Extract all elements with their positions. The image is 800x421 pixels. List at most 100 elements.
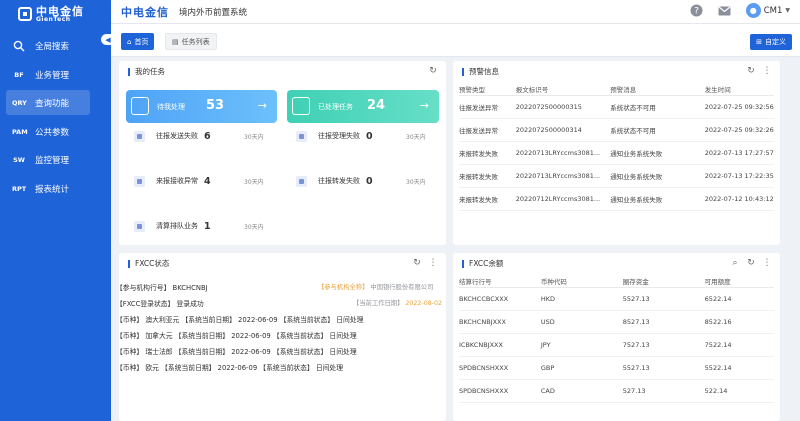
refresh-icon[interactable]: ↻ <box>746 258 756 268</box>
my-tasks-panel: 我的任务 ↻ <box>119 61 446 245</box>
column-header[interactable]: 币种代码 <box>540 275 623 288</box>
fxcc-balance-table: 结算行行号 币种代码 圈存资金 可用额度 BKCHCCBCXXX HKD 5527.13 6… <box>459 275 774 403</box>
arrow-right-icon: → <box>257 99 267 112</box>
table-row[interactable]: 往报发送异常 2022072500000315 系统状态不可用 2022-07-25 … <box>459 95 774 119</box>
table-row[interactable]: SPDBCNSHXXX GBP 5527.13 5522.14 <box>459 356 774 380</box>
fxcc-right-label: 【当前工作日期】 <box>353 300 404 307</box>
table-cell: 5527.13 <box>622 287 705 311</box>
table-cell: 20220713LRYccms3081... <box>515 141 611 165</box>
avatar: ● <box>745 3 761 18</box>
alerts-title: 预警信息 <box>462 68 499 76</box>
sidebar-item[interactable]: BF 业务管理 <box>0 61 111 90</box>
sidebar-item[interactable]: 全局搜索 <box>0 32 111 61</box>
sidebar-item-label: 公共参数 <box>35 127 70 138</box>
topbar: 中电金信 境内外币前置系统 ? ● CM1 ▼ <box>111 0 800 24</box>
refresh-icon[interactable]: ↻ <box>428 66 438 76</box>
stat-value: 0 <box>366 175 373 187</box>
stat-item[interactable]: 往报发送失败 6 30天内 <box>134 129 264 143</box>
sidebar-item[interactable]: QRY 查询功能 <box>0 89 111 118</box>
stat-label: 来报接收异常 <box>156 177 198 185</box>
fxcc-right-label: 【参与机构全称】 <box>318 284 369 291</box>
stat-item[interactable]: 来报接收异常 4 30天内 <box>134 174 264 188</box>
fxcc-right-info: 【参与机构全称】 中国银行股份有限公司 <box>318 282 433 291</box>
stat-item[interactable]: 往报受理失败 0 30天内 <box>296 129 426 143</box>
stat-item[interactable]: 清算排队业务 1 30天内 <box>134 219 264 233</box>
table-cell: HKD <box>540 287 623 311</box>
more-icon[interactable]: ⋮ <box>428 258 438 268</box>
table-cell: JPY <box>540 333 623 357</box>
table-row[interactable]: 来报转发失败 20220713LRYccms3081... 通知业务系统失败 2022… <box>459 141 774 165</box>
column-header[interactable]: 圈存资金 <box>622 275 705 288</box>
table-cell: 来报转发失败 <box>459 187 516 211</box>
user-menu[interactable]: ● CM1 ▼ <box>745 3 790 18</box>
sw-icon: SW <box>13 156 25 164</box>
tab-task-list[interactable]: ▤ 任务列表 <box>165 33 217 50</box>
stat-icon <box>134 220 145 232</box>
sidebar-item[interactable]: SW 监控管理 <box>0 146 111 175</box>
column-header[interactable]: 预警类型 <box>459 83 516 96</box>
table-cell: 7522.14 <box>704 333 774 357</box>
column-header[interactable]: 可用额度 <box>704 275 774 288</box>
stat-icon <box>134 175 145 187</box>
sidebar-item[interactable]: RPT 报表统计 <box>0 175 111 204</box>
fxcc-right-value: 2022-08-02 <box>405 300 442 307</box>
pending-icon <box>131 97 149 115</box>
stat-value: 6 <box>204 130 211 142</box>
table-row[interactable]: 来报转发失败 20220712LRYccms3081... 通知业务系统失败 2022… <box>459 187 774 211</box>
fxcc-status-title: FXCC状态 <box>128 260 169 268</box>
table-cell: 5527.13 <box>622 356 705 380</box>
refresh-icon[interactable]: ↻ <box>746 66 756 76</box>
table-cell: 通知业务系统失败 <box>610 164 705 188</box>
table-cell: USD <box>540 310 623 334</box>
column-header[interactable]: 报文标识号 <box>515 83 611 96</box>
arrow-right-icon: → <box>419 99 429 112</box>
table-cell: SPDBCNSHXXX <box>459 379 541 403</box>
home-icon: ⌂ <box>127 37 132 46</box>
column-header[interactable]: 预警消息 <box>610 83 705 96</box>
table-row[interactable]: 来报转发失败 20220713LRYccms3081... 通知业务系统失败 2022… <box>459 164 774 188</box>
column-header[interactable]: 发生时间 <box>704 83 774 96</box>
table-cell: BKCHCCBCXXX <box>459 287 541 311</box>
done-tasks-card[interactable]: 已处理任务 24 → <box>287 90 439 123</box>
table-row[interactable]: ICBKCNBJXXX JPY 7527.13 7522.14 <box>459 333 774 357</box>
table-cell: 来报转发失败 <box>459 164 516 188</box>
table-row[interactable]: 往报发送异常 2022072500000314 系统状态不可用 2022-07-25 … <box>459 118 774 142</box>
stat-item[interactable]: 往报转发失败 0 30天内 <box>296 174 426 188</box>
stat-label: 往报受理失败 <box>318 132 360 140</box>
sidebar-item[interactable]: PAM 公共参数 <box>0 118 111 147</box>
fxcc-line: 【参与机构行号】 BKCHCNBJ <box>116 284 208 292</box>
column-header[interactable]: 结算行行号 <box>459 275 541 288</box>
more-icon[interactable]: ⋮ <box>762 258 772 268</box>
table-cell: ICBKCNBJXXX <box>459 333 541 357</box>
table-row[interactable]: BKCHCNBJXXX USD 8527.13 8522.16 <box>459 310 774 334</box>
customize-button[interactable]: ⊞ 自定义 <box>750 34 792 50</box>
sidebar-nav: 全局搜索 BF 业务管理 QRY 查询功能 PAM 公共参数 SW 监控管理 RPT 报表统计 <box>0 32 111 203</box>
table-cell: 2022-07-12 10:43:12 <box>704 187 774 211</box>
table-cell: 6522.14 <box>704 287 774 311</box>
user-name: CM1 <box>763 5 783 16</box>
table-cell: 通知业务系统失败 <box>610 187 705 211</box>
search-icon[interactable]: ⌕ <box>730 258 740 268</box>
more-icon[interactable]: ⋮ <box>762 66 772 76</box>
logo-en: GienTech <box>36 15 71 23</box>
table-row[interactable]: BKCHCCBCXXX HKD 5527.13 6522.14 <box>459 287 774 311</box>
table-row[interactable]: SPDBCNSHXXX CAD 527.13 522.14 <box>459 379 774 403</box>
table-cell: GBP <box>540 356 623 380</box>
table-cell: 2022072500000314 <box>515 118 611 142</box>
chevron-down-icon: ▼ <box>785 7 790 14</box>
sidebar-item-label: 监控管理 <box>35 156 70 167</box>
table-cell: 2022072500000315 <box>515 95 611 119</box>
help-icon[interactable]: ? <box>690 4 704 18</box>
done-icon <box>292 97 310 115</box>
stat-value: 1 <box>204 220 211 232</box>
refresh-icon[interactable]: ↻ <box>412 258 422 268</box>
stat-icon <box>134 130 145 142</box>
tab-home[interactable]: ⌂ 首页 <box>121 33 155 50</box>
mail-icon[interactable] <box>718 4 732 18</box>
table-cell: 2022-07-13 17:27:57 <box>704 141 774 165</box>
table-cell: 522.14 <box>704 379 774 403</box>
fxcc-line: 【币种】 瑞士法郎 【系统当前日期】 2022-06-09 【系统当前状态】 日… <box>116 348 357 356</box>
tab-task-list-label: 任务列表 <box>181 37 210 46</box>
pending-tasks-card[interactable]: 待我处理 53 → <box>126 90 277 123</box>
stat-value: 4 <box>204 175 211 187</box>
